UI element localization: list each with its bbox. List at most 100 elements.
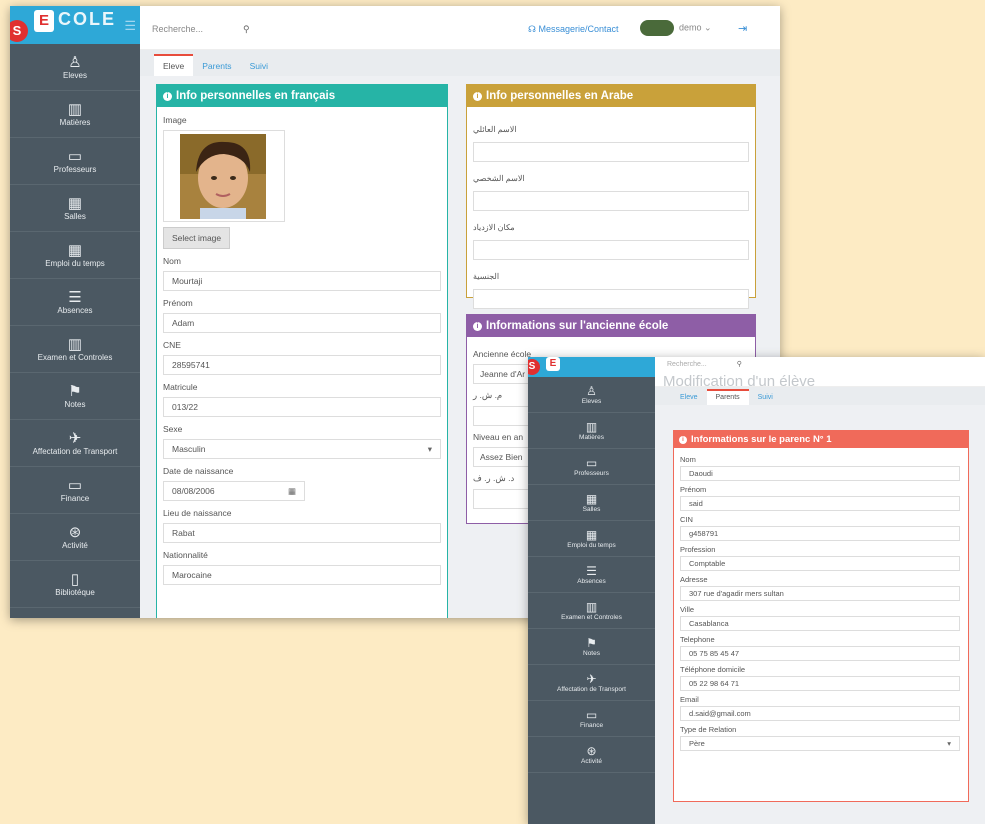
logo-badge: S [10,20,28,42]
sidebar-menu: ♙ Eleves ▥ Matières ▭ Professeurs ▦ Salles ▦ Empl… [528,377,655,773]
adresse-input[interactable]: 307 rue d'agadir mers sultan [680,586,960,601]
date-de-naissance-input[interactable]: 08/08/2006 ▦ [163,481,305,501]
sidebar-item-professeurs[interactable]: ▭ Professeurs [528,449,655,485]
nationnalite-input[interactable]: Marocaine [163,565,441,585]
sidebar-icon: ♙ [68,54,82,71]
field-value: Assez Bien [480,452,523,462]
tab-eleve[interactable]: Eleve [671,389,707,405]
sidebar-item-salles[interactable]: ▦ Salles [10,185,140,232]
sidebar-item-finance[interactable]: ▭ Finance [528,701,655,737]
sidebar-item-activite[interactable]: ⊛ Activité [10,514,140,561]
french-info-panel: i Info personnelles en français Image Se… [156,84,448,618]
email-input[interactable]: d.said@gmail.com [680,706,960,721]
sidebar-item-matieres[interactable]: ▥ Matières [528,413,655,449]
nom-input[interactable]: Mourtaji [163,271,441,291]
tab-parents[interactable]: Parents [193,54,240,76]
search-box[interactable]: Recherche... ⚲ [667,360,742,368]
parent-fields: Nom Daoudi Prénom said CIN g458791 Profession C… [674,448,968,754]
sidebar-item-label: Finance [579,721,604,729]
sexe-input[interactable]: Masculin ▾ [163,439,441,459]
sidebar-item-biblioteque[interactable]: ▯ Bibliotéque [10,561,140,608]
sidebar-item-activite[interactable]: ⊛ Activité [528,737,655,773]
profession-input[interactable]: Comptable [680,556,960,571]
avatar [640,20,674,36]
sidebar-item-label: Notes [64,400,86,409]
field-label: CIN [680,515,693,524]
nom-input[interactable]: Daoudi [680,466,960,481]
field-value: 05 75 85 45 47 [689,649,740,658]
sidebar-icon: ▥ [67,101,83,118]
sidebar-item-label: Absences [57,306,93,315]
arabic-field-3-input[interactable] [473,289,749,309]
messaging-link[interactable]: ☊ Messagerie/Contact [528,24,619,35]
sidebar-icon: ☰ [586,563,597,578]
sidebar-item-label: Absences [577,577,606,585]
arabic-field-0-input[interactable] [473,142,749,162]
sidebar-item-affectation-de-transport[interactable]: ✈ Affectation de Transport [528,665,655,701]
search-box[interactable]: Recherche... ⚲ [152,24,250,35]
select-image-button[interactable]: Select image [163,227,231,249]
telephone-domicile-input[interactable]: 05 22 98 64 71 [680,676,960,691]
search-icon[interactable]: ⚲ [243,24,250,34]
arabic-field-2-input[interactable] [473,240,749,260]
tab-eleve[interactable]: Eleve [154,54,194,76]
logout-icon[interactable]: ⇥ [738,22,747,35]
app-logo[interactable]: S E [528,357,655,377]
field-label: Prénom [680,485,707,494]
chevron-down-icon[interactable]: ▾ [947,739,951,748]
panel-title: Informations sur l'ancienne école [486,320,669,332]
lieu-de-naissance-input[interactable]: Rabat [163,523,441,543]
sidebar-item-eleves[interactable]: ♙ Eleves [10,44,140,91]
user-menu[interactable]: demo ⌄ [640,20,712,36]
sidebar-icon: ✈ [68,430,82,447]
sidebar-item-emploi-du-temps[interactable]: ▦ Emploi du temps [10,232,140,279]
tab-suivi[interactable]: Suivi [749,389,782,405]
sidebar-icon: ▥ [585,599,598,614]
field-value: 307 rue d'agadir mers sultan [689,589,784,598]
sidebar-item-examen-et-controles[interactable]: ▥ Examen et Controles [10,326,140,373]
sidebar-item-notes[interactable]: ⚑ Notes [10,373,140,420]
sidebar-item-label: Matières [579,433,604,441]
sidebar-item-matieres[interactable]: ▥ Matières [10,91,140,138]
sidebar-item-examen-et-controles[interactable]: ▥ Examen et Controles [528,593,655,629]
sidebar-item-label: Eleves [581,397,602,405]
sidebar-icon: ▭ [67,148,83,165]
info-icon: i [473,91,482,101]
matricule-input[interactable]: 013/22 [163,397,441,417]
telephone-input[interactable]: 05 75 85 45 47 [680,646,960,661]
sidebar-item-salles[interactable]: ▦ Salles [528,485,655,521]
sidebar-item-absences[interactable]: ☰ Absences [528,557,655,593]
sidebar-item-eleves[interactable]: ♙ Eleves [528,377,655,413]
sidebar-item-absences[interactable]: ☰ Absences [10,279,140,326]
tab-suivi[interactable]: Suivi [241,54,277,76]
field-label: Nationnalité [163,550,208,560]
sidebar-item-notes[interactable]: ⚑ Notes [528,629,655,665]
sidebar-item-finance[interactable]: ▭ Finance [10,467,140,514]
field-label: Nom [163,256,181,266]
chevron-down-icon[interactable]: ▾ [428,444,432,455]
sidebar-item-emploi-du-temps[interactable]: ▦ Emploi du temps [528,521,655,557]
panel-title: Info personnelles en Arabe [486,90,634,102]
app-logo[interactable]: S E COLE ☰ [10,6,140,44]
search-icon[interactable]: ⚲ [737,361,742,368]
sidebar-item-affectation-de-transport[interactable]: ✈ Affectation de Transport [10,420,140,467]
calendar-icon[interactable]: ▦ [288,486,296,497]
arabic-fields: الاسم العائلي الاسم الشخصي مكان الازدياد ال… [467,107,755,315]
search-placeholder: Recherche... [152,24,204,34]
info-icon: i [163,91,172,101]
top-bar: Recherche... ⚲ ☊ Messagerie/Contact demo … [140,6,780,50]
photo-frame [163,130,285,222]
ville-input[interactable]: Casablanca [680,616,960,631]
cne-input[interactable]: 28595741 [163,355,441,375]
field-value: 013/22 [172,402,198,412]
type-de-relation-input[interactable]: Père ▾ [680,736,960,751]
prenom-input[interactable]: Adam [163,313,441,333]
prenom-input[interactable]: said [680,496,960,511]
tab-parents[interactable]: Parents [706,389,749,405]
sidebar-item-label: Examen et Controles [37,353,113,362]
sidebar-item-professeurs[interactable]: ▭ Professeurs [10,138,140,185]
menu-toggle-icon[interactable]: ☰ [124,18,136,34]
arabic-field-1-input[interactable] [473,191,749,211]
sidebar-item-label: Affectation de Transport [557,685,626,693]
cin-input[interactable]: g458791 [680,526,960,541]
